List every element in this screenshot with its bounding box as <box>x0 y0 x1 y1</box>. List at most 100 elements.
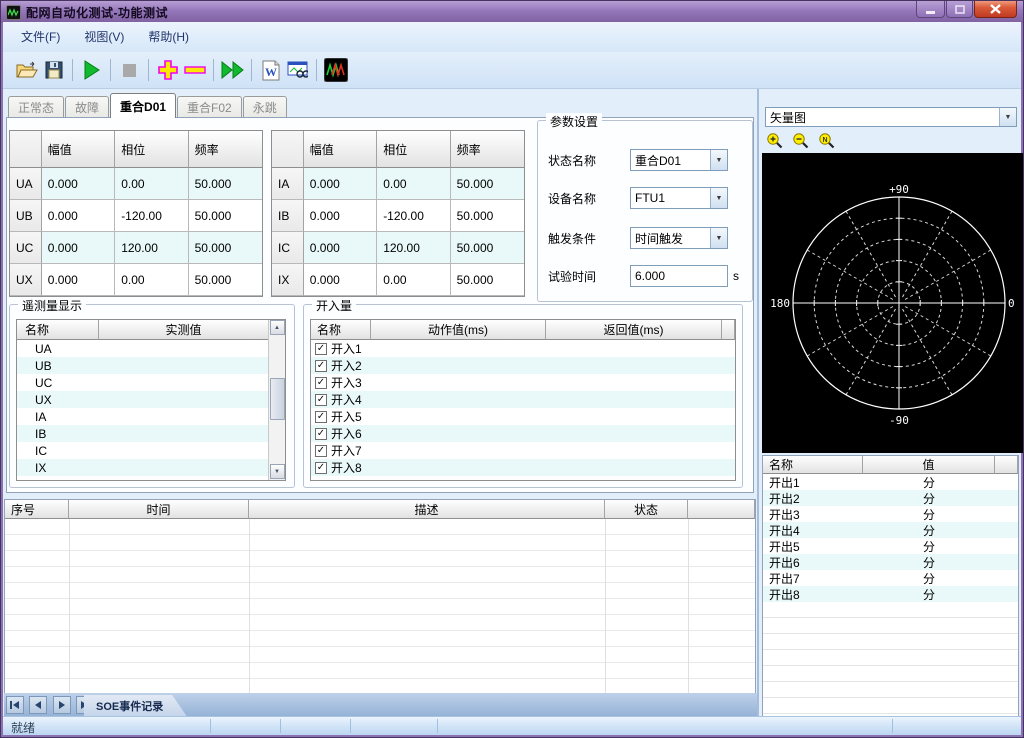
output-row[interactable]: 开出8 分 <box>763 586 1018 602</box>
tab-soe-event-log[interactable]: SOE事件记录 <box>84 695 187 717</box>
freq-cell[interactable]: 50.000 <box>189 264 262 296</box>
zoom-reset-icon[interactable]: N <box>817 131 837 151</box>
telemetry-row[interactable]: UX <box>17 391 268 408</box>
next-page-icon[interactable] <box>53 696 71 714</box>
remove-icon[interactable] <box>181 57 208 83</box>
freq-cell[interactable]: 50.000 <box>451 264 524 296</box>
waveform-viewer-icon[interactable] <box>284 57 311 83</box>
zoom-out-icon[interactable] <box>791 131 811 151</box>
menu-item[interactable]: 文件(F) <box>9 22 72 52</box>
menubar: 文件(F) 视图(V) 帮助(H) <box>3 22 1021 52</box>
state-tab[interactable]: 正常态 <box>8 96 64 117</box>
output-row[interactable]: 开出4 分 <box>763 522 1018 538</box>
phase-cell[interactable]: 0.00 <box>115 168 188 200</box>
freq-cell[interactable]: 50.000 <box>189 232 262 264</box>
output-row[interactable]: 开出1 分 <box>763 474 1018 490</box>
menu-item[interactable]: 视图(V) <box>72 22 136 52</box>
checkbox[interactable] <box>315 360 327 372</box>
output-row[interactable]: 开出3 分 <box>763 506 1018 522</box>
first-page-icon[interactable] <box>6 696 24 714</box>
stop-icon[interactable] <box>116 57 143 83</box>
checkbox[interactable] <box>315 377 327 389</box>
prev-page-icon[interactable] <box>29 696 47 714</box>
open-icon[interactable] <box>13 57 40 83</box>
trigger-select[interactable]: 时间触发 ▼ <box>630 227 728 249</box>
output-table-body: 开出1 分 开出2 分 开出3 分 <box>763 474 1018 602</box>
output-row[interactable]: 开出5 分 <box>763 538 1018 554</box>
chevron-down-icon[interactable]: ▼ <box>710 150 727 170</box>
view-selector[interactable]: 矢量图 ▼ <box>765 107 1017 127</box>
freq-cell[interactable]: 50.000 <box>451 168 524 200</box>
freq-cell[interactable]: 50.000 <box>189 200 262 232</box>
spacer-header <box>688 500 755 519</box>
status-separator <box>280 719 281 733</box>
amp-cell[interactable]: 0.000 <box>304 264 377 296</box>
minimize-button[interactable] <box>916 1 945 18</box>
amp-cell[interactable]: 0.000 <box>304 232 377 264</box>
output-row[interactable]: 开出2 分 <box>763 490 1018 506</box>
groupbox-title: 参数设置 <box>546 113 602 130</box>
checkbox[interactable] <box>315 394 327 406</box>
freq-cell[interactable]: 50.000 <box>189 168 262 200</box>
state-tab[interactable]: 重合D01 <box>110 93 176 118</box>
maximize-button[interactable] <box>946 1 973 18</box>
amp-cell[interactable]: 0.000 <box>42 264 115 296</box>
telemetry-scrollbar[interactable]: ▲ ▼ <box>268 320 285 480</box>
state-tab[interactable]: 重合F02 <box>177 96 242 117</box>
telemetry-row[interactable]: IC <box>17 442 268 459</box>
amp-cell[interactable]: 0.000 <box>304 200 377 232</box>
zoom-in-icon[interactable] <box>765 131 785 151</box>
chevron-down-icon[interactable]: ▼ <box>710 228 727 248</box>
checkbox[interactable] <box>315 445 327 457</box>
output-row[interactable]: 开出6 分 <box>763 554 1018 570</box>
phase-cell[interactable]: -120.00 <box>377 200 450 232</box>
close-button[interactable] <box>974 1 1017 18</box>
phase-cell[interactable]: 120.00 <box>377 232 450 264</box>
chevron-down-icon[interactable]: ▼ <box>999 108 1016 126</box>
checkbox[interactable] <box>315 411 327 423</box>
output-value: 分 <box>863 538 995 555</box>
test-time-input[interactable] <box>630 265 728 287</box>
amp-cell[interactable]: 0.000 <box>42 200 115 232</box>
amp-cell[interactable]: 0.000 <box>42 168 115 200</box>
amp-cell[interactable]: 0.000 <box>42 232 115 264</box>
signal-monitor-icon[interactable] <box>322 57 349 83</box>
scroll-down-icon[interactable]: ▼ <box>270 464 285 479</box>
state-name-select[interactable]: 重合D01 ▼ <box>630 149 728 171</box>
checkbox[interactable] <box>315 462 327 474</box>
digital-input-groupbox: 开入量 名称 动作值(ms) 返回值(ms) 开 <box>303 304 743 488</box>
fast-forward-icon[interactable] <box>219 57 246 83</box>
phase-cell[interactable]: 0.00 <box>377 264 450 296</box>
freq-cell[interactable]: 50.000 <box>451 200 524 232</box>
event-table-body[interactable] <box>5 519 755 693</box>
word-report-icon[interactable]: W <box>257 57 284 83</box>
phase-cell[interactable]: -120.00 <box>115 200 188 232</box>
phase-cell[interactable]: 0.00 <box>115 264 188 296</box>
scrollbar-thumb[interactable] <box>270 378 285 420</box>
freq-cell[interactable]: 50.000 <box>451 232 524 264</box>
telemetry-row[interactable]: IA <box>17 408 268 425</box>
checkbox[interactable] <box>315 428 327 440</box>
amp-cell[interactable]: 0.000 <box>304 168 377 200</box>
telemetry-row[interactable]: UB <box>17 357 268 374</box>
phase-cell[interactable]: 0.00 <box>377 168 450 200</box>
add-icon[interactable] <box>154 57 181 83</box>
state-tab[interactable]: 故障 <box>65 96 109 117</box>
output-value: 分 <box>863 586 995 603</box>
menu-item[interactable]: 帮助(H) <box>136 22 201 52</box>
phase-cell[interactable]: 120.00 <box>115 232 188 264</box>
telemetry-row[interactable]: UA <box>17 340 268 357</box>
test-time-unit: s <box>733 269 739 283</box>
telemetry-row[interactable]: IB <box>17 425 268 442</box>
output-row[interactable]: 开出7 分 <box>763 570 1018 586</box>
state-tab[interactable]: 永跳 <box>243 96 287 117</box>
chevron-down-icon[interactable]: ▼ <box>710 188 727 208</box>
scroll-up-icon[interactable]: ▲ <box>270 320 285 335</box>
checkbox[interactable] <box>315 343 327 355</box>
save-icon[interactable] <box>40 57 67 83</box>
telemetry-row[interactable]: UC <box>17 374 268 391</box>
name-header: 名称 <box>311 320 371 340</box>
device-name-select[interactable]: FTU1 ▼ <box>630 187 728 209</box>
run-icon[interactable] <box>78 57 105 83</box>
telemetry-row[interactable]: IX <box>17 459 268 476</box>
